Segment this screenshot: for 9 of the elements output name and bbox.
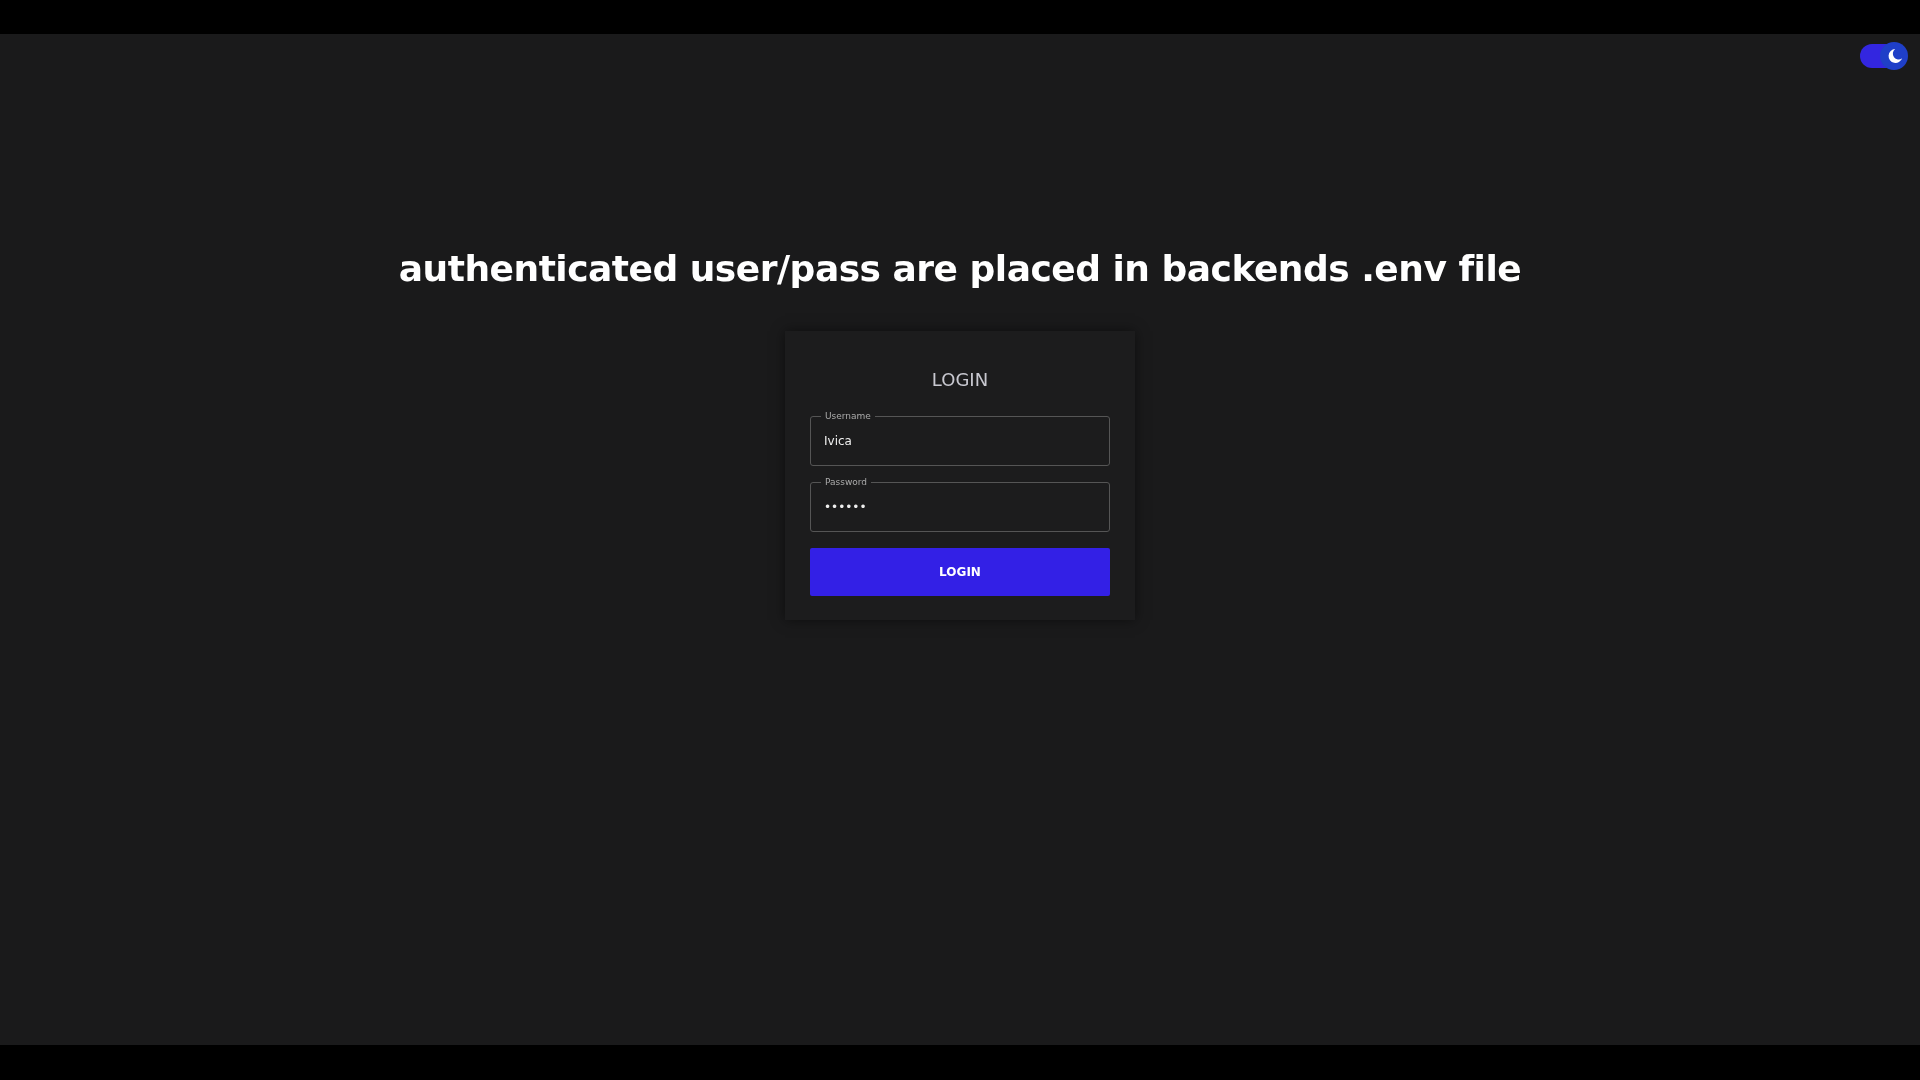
field-value: Ivica <box>824 434 852 448</box>
page-heading: authenticated user/pass are placed in backends .env file <box>398 248 1522 289</box>
field-value: •••••• <box>824 500 867 514</box>
field-label: Password <box>821 476 872 488</box>
login-title: LOGIN <box>930 369 990 390</box>
moon-icon <box>1880 42 1908 70</box>
field-label: Username <box>821 410 875 422</box>
theme-toggle[interactable] <box>1860 44 1906 68</box>
login-button[interactable]: LOGIN <box>810 548 1110 596</box>
